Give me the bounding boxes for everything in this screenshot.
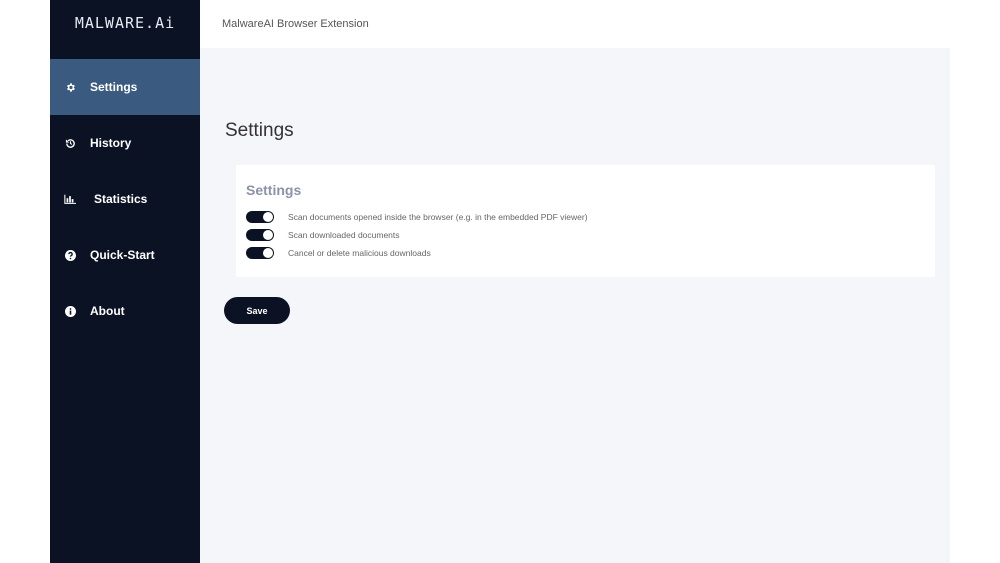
sidebar-item-history[interactable]: History bbox=[50, 115, 200, 171]
toggle-knob bbox=[263, 248, 273, 258]
option-cancel-malicious-downloads: Cancel or delete malicious downloads bbox=[246, 246, 431, 260]
sidebar-nav: Settings History Statistics Quick-Start … bbox=[50, 59, 200, 339]
gear-icon bbox=[64, 81, 76, 93]
sidebar-item-label: Statistics bbox=[94, 192, 148, 206]
sidebar-item-label: Settings bbox=[90, 80, 138, 94]
sidebar-item-statistics[interactable]: Statistics bbox=[50, 171, 200, 227]
sidebar-item-label: About bbox=[90, 304, 125, 318]
sidebar-item-quick-start[interactable]: Quick-Start bbox=[50, 227, 200, 283]
option-scan-browser-documents: Scan documents opened inside the browser… bbox=[246, 210, 588, 224]
bar-chart-icon bbox=[64, 193, 76, 205]
sidebar-item-settings[interactable]: Settings bbox=[50, 59, 200, 115]
app-logo: MALWARE.Ai bbox=[74, 14, 176, 32]
history-icon bbox=[64, 137, 76, 149]
option-label: Cancel or delete malicious downloads bbox=[288, 248, 431, 258]
sidebar: MALWARE.Ai Settings History Statistics Q… bbox=[50, 0, 200, 563]
toggle-knob bbox=[263, 230, 273, 240]
sidebar-item-label: History bbox=[90, 136, 132, 150]
question-circle-icon bbox=[64, 249, 76, 261]
top-header: MalwareAI Browser Extension bbox=[200, 0, 950, 48]
sidebar-item-about[interactable]: About bbox=[50, 283, 200, 339]
scan-browser-documents-toggle[interactable] bbox=[246, 211, 274, 223]
cancel-malicious-downloads-toggle[interactable] bbox=[246, 247, 274, 259]
option-label: Scan documents opened inside the browser… bbox=[288, 212, 588, 222]
settings-card: Settings Scan documents opened inside th… bbox=[236, 165, 935, 277]
main-content: Settings Settings Scan documents opened … bbox=[200, 48, 950, 563]
header-title: MalwareAI Browser Extension bbox=[222, 18, 369, 30]
card-title: Settings bbox=[246, 182, 302, 198]
option-label: Scan downloaded documents bbox=[288, 230, 400, 240]
page-title: Settings bbox=[225, 120, 294, 141]
option-scan-downloaded-documents: Scan downloaded documents bbox=[246, 228, 400, 242]
info-circle-icon bbox=[64, 305, 76, 317]
save-button[interactable]: Save bbox=[224, 297, 290, 324]
scan-downloaded-documents-toggle[interactable] bbox=[246, 229, 274, 241]
sidebar-item-label: Quick-Start bbox=[90, 248, 155, 262]
toggle-knob bbox=[263, 212, 273, 222]
